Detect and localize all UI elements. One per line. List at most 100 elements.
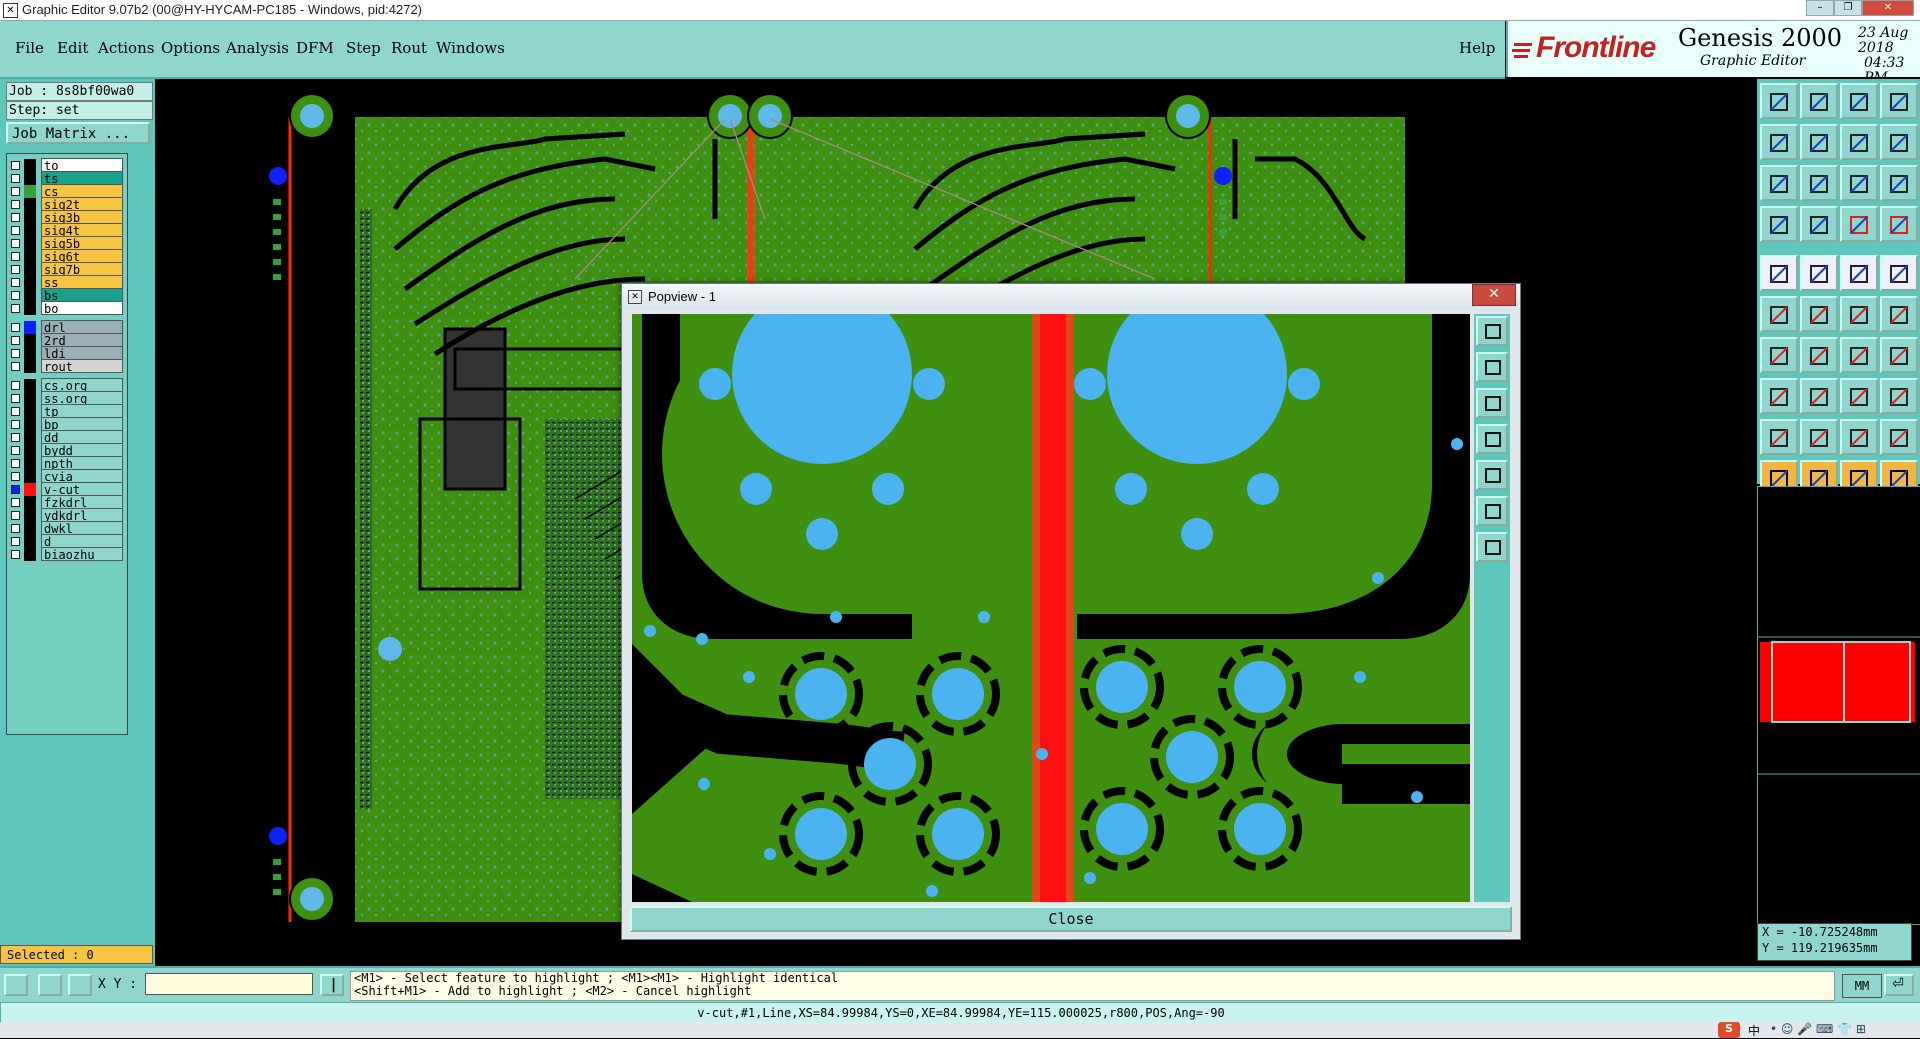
menu-analysis[interactable]: Analysis xyxy=(226,39,289,57)
help-icon[interactable] xyxy=(1880,165,1918,201)
layer-name[interactable]: sig6t xyxy=(41,249,123,264)
layer-name[interactable]: tp xyxy=(41,404,123,419)
layer-checkbox[interactable] xyxy=(11,349,20,358)
layer-checkbox[interactable] xyxy=(11,537,20,546)
split-icon[interactable] xyxy=(1880,337,1918,373)
layer-name[interactable]: drl xyxy=(41,320,123,335)
text-a-icon[interactable] xyxy=(1800,419,1838,455)
layer-checkbox[interactable] xyxy=(11,161,20,170)
layer-checkbox[interactable] xyxy=(11,187,20,196)
snap-mode-2-button[interactable] xyxy=(38,974,62,996)
layer-name[interactable]: sig5b xyxy=(41,236,123,251)
home-icon[interactable] xyxy=(1760,83,1798,119)
layer-name[interactable]: sig2t xyxy=(41,197,123,212)
menu-options[interactable]: Options xyxy=(161,39,220,57)
layer-checkbox[interactable] xyxy=(11,511,20,520)
grid-snap-button[interactable] xyxy=(68,974,92,996)
tray-icons[interactable]: • ☺ 🎤 ⌨ 👕 ⊞ xyxy=(1770,1022,1866,1036)
menu-rout[interactable]: Rout xyxy=(391,39,427,57)
layer-name[interactable]: ldi xyxy=(41,346,123,361)
menu-file[interactable]: File xyxy=(15,39,44,57)
layer-name[interactable]: npth xyxy=(41,456,123,471)
layer-checkbox[interactable] xyxy=(11,323,20,332)
pv-shrink-icon[interactable] xyxy=(1476,532,1508,562)
menu-step[interactable]: Step xyxy=(346,39,381,57)
layer-checkbox[interactable] xyxy=(11,420,20,429)
layer-name[interactable]: fzkdrl xyxy=(41,495,123,510)
layer-checkbox[interactable] xyxy=(11,291,20,300)
menu-actions[interactable]: Actions xyxy=(98,39,154,57)
layer-name[interactable]: sig4t xyxy=(41,223,123,238)
layer-name[interactable]: dd xyxy=(41,430,123,445)
stretch-icon[interactable] xyxy=(1840,378,1878,414)
layer-checkbox[interactable] xyxy=(11,213,20,222)
popview-canvas[interactable] xyxy=(632,314,1470,902)
zoom-area-icon[interactable] xyxy=(1800,165,1838,201)
measure-icon[interactable] xyxy=(1760,206,1798,242)
layer-name[interactable]: ts xyxy=(41,171,123,186)
layer-checkbox[interactable] xyxy=(11,498,20,507)
ime-mode[interactable]: 中 xyxy=(1748,1022,1760,1039)
layer-checkbox[interactable] xyxy=(11,362,20,371)
layer-checkbox[interactable] xyxy=(11,550,20,559)
minimize-button[interactable]: – xyxy=(1806,0,1834,16)
fit-icon[interactable] xyxy=(1840,124,1878,160)
layer-name[interactable]: to xyxy=(41,158,123,173)
layer-checkbox[interactable] xyxy=(11,524,20,533)
layer-row-bo[interactable]: bo xyxy=(7,301,127,316)
layer-name[interactable]: ss.org xyxy=(41,391,123,406)
layer-checkbox[interactable] xyxy=(11,394,20,403)
layer-checkbox[interactable] xyxy=(11,226,20,235)
layer-name[interactable]: dwkl xyxy=(41,521,123,536)
layer-name[interactable]: sig7b xyxy=(41,262,123,277)
layer-checkbox[interactable] xyxy=(11,200,20,209)
ime-logo-icon[interactable]: S xyxy=(1718,1022,1740,1038)
layer-checkbox[interactable] xyxy=(11,407,20,416)
maximize-button[interactable]: ❐ xyxy=(1834,0,1862,16)
pv-expand-icon[interactable] xyxy=(1476,496,1508,526)
snap-icon[interactable] xyxy=(1800,206,1838,242)
node-icon[interactable] xyxy=(1840,296,1878,332)
cross-icon[interactable] xyxy=(1800,296,1838,332)
layer-row-biaozhu[interactable]: biaozhu xyxy=(7,547,127,562)
diagonal-icon[interactable] xyxy=(1800,337,1838,373)
layer-name[interactable]: ydkdrl xyxy=(41,508,123,523)
layer-name[interactable]: cs.org xyxy=(41,378,123,393)
layer-name[interactable]: sig3b xyxy=(41,210,123,225)
polygon-add-icon[interactable] xyxy=(1800,255,1838,291)
zoom-out-icon[interactable] xyxy=(1800,124,1838,160)
job-matrix-button[interactable]: Job Matrix ... xyxy=(6,122,150,144)
layer-checkbox[interactable] xyxy=(11,252,20,261)
scale-1-2-icon[interactable] xyxy=(1840,165,1878,201)
layer-name[interactable]: d xyxy=(41,534,123,549)
connect-icon[interactable] xyxy=(1760,296,1798,332)
zoom-home-icon[interactable] xyxy=(1760,165,1798,201)
layer-checkbox[interactable] xyxy=(11,446,20,455)
house-icon[interactable] xyxy=(1840,83,1878,119)
enter-icon[interactable]: ⏎ xyxy=(1884,974,1914,996)
layer-name[interactable]: 2rd xyxy=(41,333,123,348)
pan-icon[interactable] xyxy=(1880,124,1918,160)
layer-checkbox[interactable] xyxy=(11,459,20,468)
menu-edit[interactable]: Edit xyxy=(57,39,88,57)
layer-checkbox[interactable] xyxy=(11,485,20,494)
grid-icon[interactable] xyxy=(1840,206,1878,242)
pv-pan-right-icon[interactable] xyxy=(1476,460,1508,490)
zoom-in-icon[interactable] xyxy=(1760,124,1798,160)
layer-row-rout[interactable]: rout xyxy=(7,359,127,374)
layer-checkbox[interactable] xyxy=(11,304,20,313)
layer-checkbox[interactable] xyxy=(11,265,20,274)
window-icon[interactable] xyxy=(1880,83,1918,119)
snap-mode-1-button[interactable] xyxy=(4,974,28,996)
ruler-icon[interactable] xyxy=(1840,255,1878,291)
layer-checkbox[interactable] xyxy=(11,278,20,287)
layer-name[interactable]: bp xyxy=(41,417,123,432)
pad-icon[interactable] xyxy=(1880,296,1918,332)
delete-line-icon[interactable] xyxy=(1800,378,1838,414)
info-button[interactable]: | xyxy=(320,974,344,996)
layer-name[interactable]: v-cut xyxy=(41,482,123,497)
layer-checkbox[interactable] xyxy=(11,174,20,183)
units-selector[interactable]: MM xyxy=(1842,974,1882,998)
pv-zoom-in-icon[interactable] xyxy=(1476,352,1508,382)
text-b-icon[interactable] xyxy=(1840,419,1878,455)
